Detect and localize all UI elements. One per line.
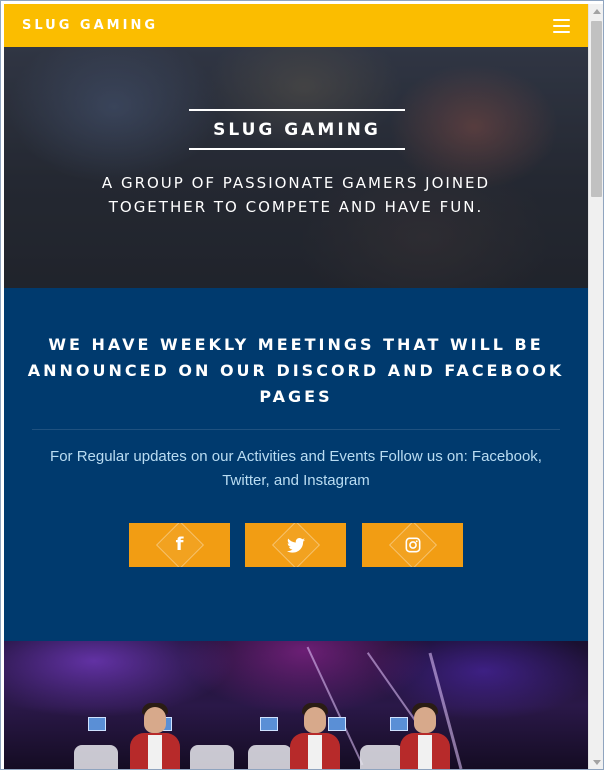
hero-subtitle: A GROUP OF PASSIONATE GAMERS JOINED TOGE… xyxy=(101,174,491,216)
player-figure xyxy=(286,701,346,769)
menu-line xyxy=(553,18,570,21)
scrollbar-thumb[interactable] xyxy=(591,21,602,197)
meetings-section: WE HAVE WEEKLY MEETINGS THAT WILL BE ANN… xyxy=(4,288,588,641)
social-buttons: f xyxy=(4,523,588,567)
follow-us-text: For Regular updates on our Activities an… xyxy=(50,448,542,489)
gaming-chair xyxy=(74,745,118,769)
facebook-icon: f xyxy=(175,534,184,555)
top-navbar: SLUG GAMING xyxy=(4,4,588,47)
player-figure xyxy=(126,701,186,769)
brand-logo-text[interactable]: SLUG GAMING xyxy=(22,18,158,33)
gaming-chair xyxy=(190,745,234,769)
stage-monitor xyxy=(260,717,278,731)
hamburger-menu-icon[interactable] xyxy=(553,18,570,33)
page-viewport: SLUG GAMING SLUG GAMING A GROUP OF PASSI… xyxy=(4,4,588,769)
menu-line xyxy=(553,30,570,33)
menu-line xyxy=(553,24,570,27)
facebook-button[interactable]: f xyxy=(129,523,230,567)
stage-monitor xyxy=(88,717,106,731)
twitter-icon xyxy=(286,537,305,553)
section-divider xyxy=(32,429,560,430)
instagram-button[interactable] xyxy=(362,523,463,567)
browser-window: SLUG GAMING SLUG GAMING A GROUP OF PASSI… xyxy=(0,0,604,770)
vertical-scrollbar[interactable] xyxy=(588,4,603,769)
scroll-down-arrow-icon[interactable] xyxy=(589,755,603,769)
hero-title: SLUG GAMING xyxy=(213,119,381,140)
hero-banner: SLUG GAMING A GROUP OF PASSIONATE GAMERS… xyxy=(4,47,588,288)
hero-title-frame: SLUG GAMING xyxy=(189,109,405,150)
hero-background-image xyxy=(4,47,588,288)
instagram-icon xyxy=(405,537,420,553)
team-photo xyxy=(4,641,588,769)
twitter-button[interactable] xyxy=(245,523,346,567)
player-figure xyxy=(396,701,456,769)
scroll-up-arrow-icon[interactable] xyxy=(589,4,603,19)
meetings-heading: WE HAVE WEEKLY MEETINGS THAT WILL BE ANN… xyxy=(27,335,565,406)
